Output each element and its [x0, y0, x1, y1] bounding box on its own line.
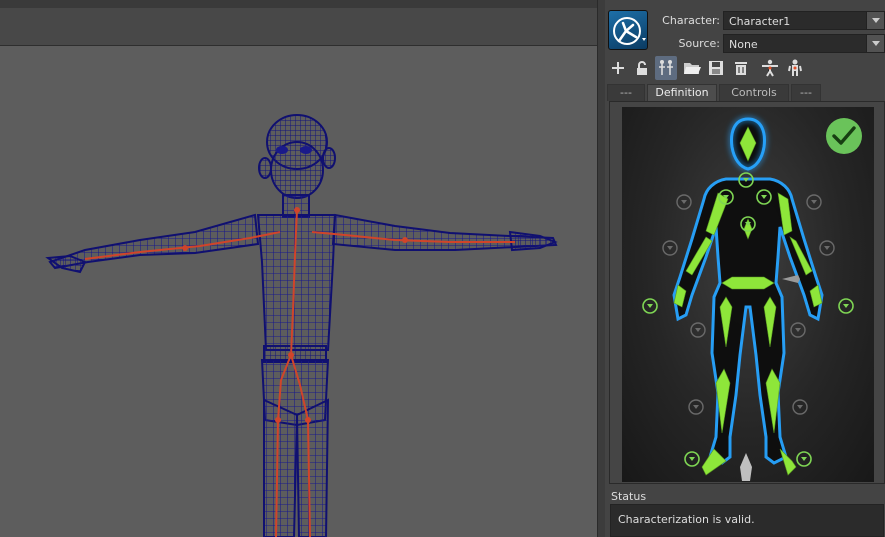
humanik-toolbar	[607, 56, 883, 80]
t-pose-skeleton-icon[interactable]	[759, 56, 781, 80]
status-text: Characterization is valid.	[618, 513, 755, 526]
save-icon[interactable]	[705, 56, 727, 80]
source-dropdown[interactable]: None	[723, 34, 885, 53]
add-icon[interactable]	[607, 56, 629, 80]
source-value: None	[729, 38, 758, 51]
side-marker-icon	[782, 275, 800, 283]
skeleton-figure-area	[622, 107, 874, 482]
tab-controls[interactable]: Controls	[719, 84, 789, 101]
panel-splitter[interactable]	[597, 0, 605, 537]
mesh-body	[45, 114, 558, 537]
skeleton-definition-icon[interactable]	[655, 56, 677, 80]
delete-icon[interactable]	[730, 56, 752, 80]
tab-first[interactable]: ---	[607, 84, 645, 101]
body-silhouette	[672, 116, 824, 465]
viewport-panel[interactable]	[0, 0, 597, 537]
open-folder-icon[interactable]	[681, 56, 703, 80]
definition-view	[609, 101, 885, 484]
wireframe-character-mesh[interactable]	[0, 0, 597, 537]
character-dropdown[interactable]: Character1	[723, 11, 885, 30]
humanik-tabs: --- Definition Controls ---	[607, 84, 883, 101]
viewport-canvas[interactable]	[0, 47, 597, 537]
humanik-logo-icon[interactable]	[608, 10, 648, 50]
tab-definition[interactable]: Definition	[647, 84, 717, 101]
chevron-down-icon[interactable]	[866, 12, 884, 29]
unlock-icon[interactable]	[631, 56, 653, 80]
humanik-panel: Character: Character1 Source: None --- D…	[605, 0, 885, 537]
character-label: Character:	[662, 14, 720, 27]
tab-last[interactable]: ---	[791, 84, 821, 101]
effector-markers[interactable]	[642, 172, 854, 467]
status-label: Status	[611, 490, 647, 503]
chevron-down-icon[interactable]	[866, 35, 884, 52]
status-message: Characterization is valid.	[610, 504, 884, 537]
character-value: Character1	[729, 15, 791, 28]
character-icon[interactable]	[784, 56, 806, 80]
floor-marker-icon	[740, 453, 752, 481]
checkmark-icon	[826, 118, 862, 154]
source-label: Source:	[678, 37, 721, 50]
